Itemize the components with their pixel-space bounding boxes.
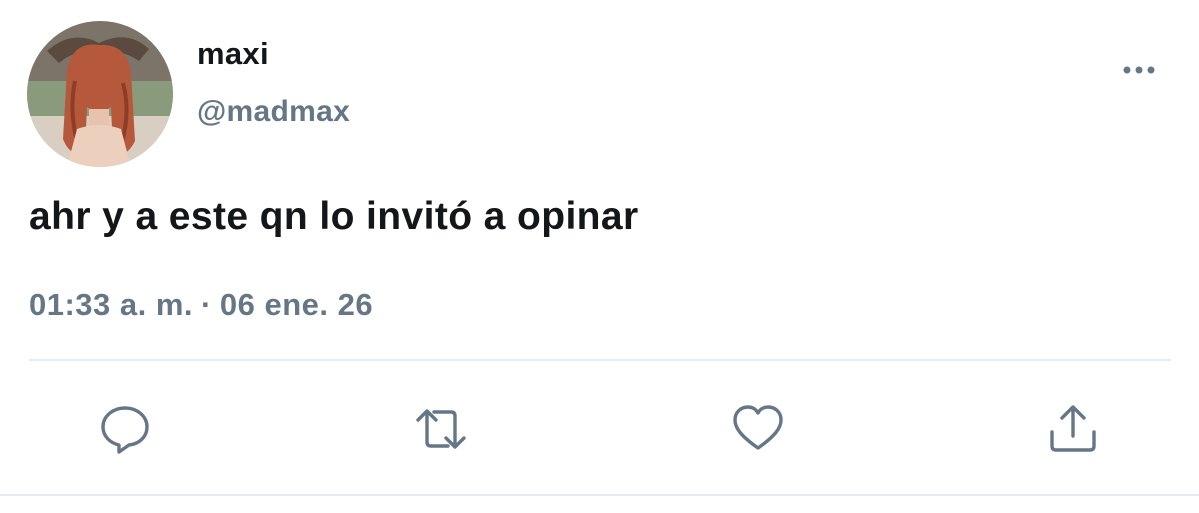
share-upload-icon — [1050, 405, 1096, 452]
share-button[interactable] — [1046, 402, 1100, 456]
divider — [29, 359, 1171, 361]
timestamp-separator: · — [201, 287, 212, 322]
tweet-text: ahr y a este qn lo invitó a opinar — [29, 195, 639, 238]
like-button[interactable] — [731, 402, 785, 456]
retweet-icon — [416, 409, 466, 449]
tweet-date: 06 ene. 26 — [219, 287, 374, 322]
author-handle[interactable]: @madmax — [197, 95, 350, 129]
reply-button[interactable] — [98, 402, 152, 456]
tweet-timestamp[interactable]: 01:33 a. m. · 06 ene. 26 — [29, 287, 373, 323]
more-options-button[interactable] — [1116, 56, 1162, 84]
more-horizontal-icon — [1123, 66, 1155, 74]
tweet-time: 01:33 a. m. — [29, 287, 194, 322]
divider — [0, 494, 1199, 496]
reply-bubble-icon — [101, 406, 149, 454]
author-display-name[interactable]: maxi — [197, 36, 269, 72]
retweet-button[interactable] — [414, 402, 468, 456]
avatar[interactable] — [27, 21, 173, 167]
heart-icon — [733, 405, 783, 450]
avatar-photo — [27, 21, 173, 167]
